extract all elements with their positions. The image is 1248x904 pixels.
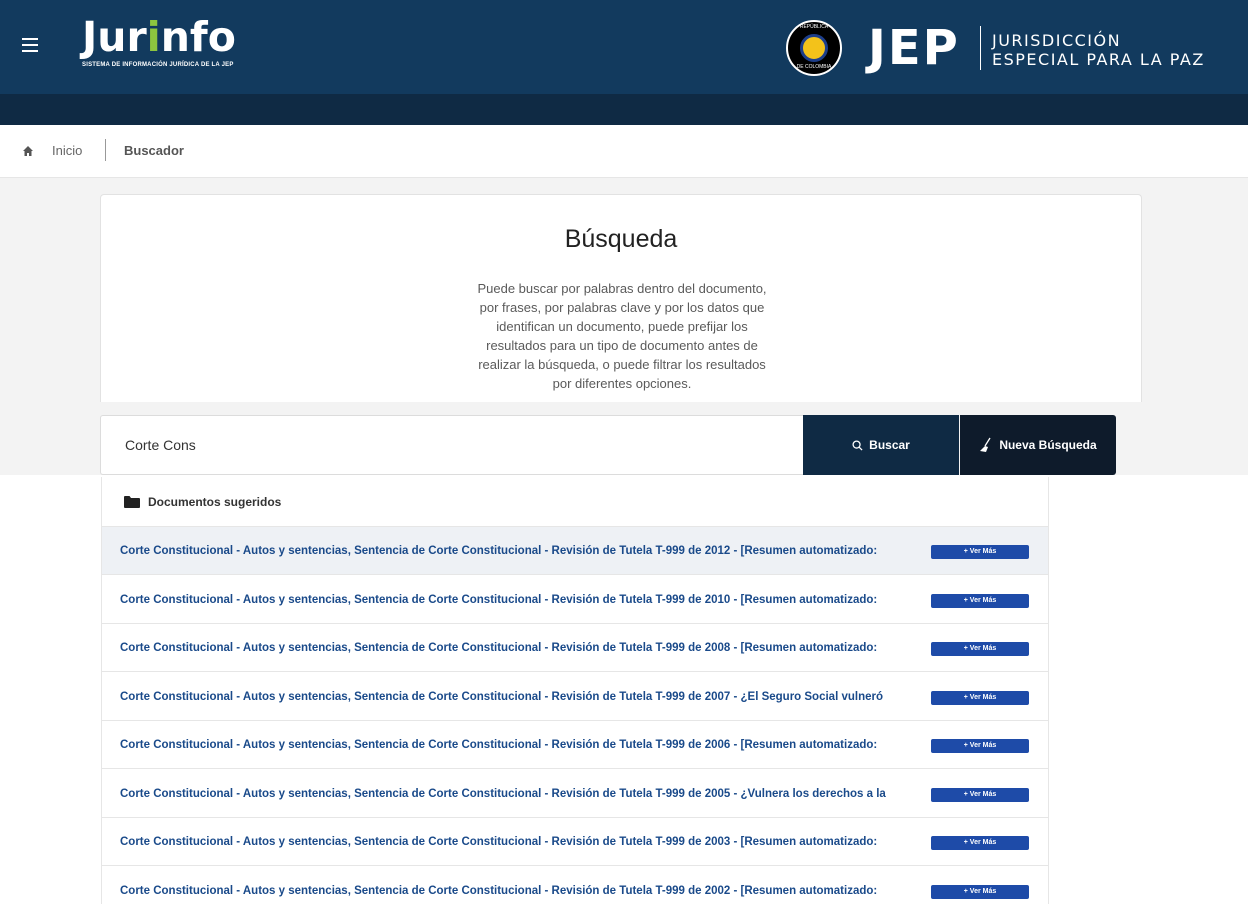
ver-mas-button[interactable]: + Ver Más: [931, 594, 1029, 608]
suggestion-item[interactable]: Corte Constitucional - Autos y sentencia…: [102, 818, 1048, 866]
suggestion-text: Corte Constitucional - Autos y sentencia…: [120, 593, 878, 606]
jurinfo-logo[interactable]: Jurinfo SISTEMA DE INFORMACIÓN JURÍDICA …: [82, 14, 236, 68]
suggestion-item[interactable]: Corte Constitucional - Autos y sentencia…: [102, 770, 1048, 818]
jep-logo: JEP: [868, 20, 960, 76]
new-search-button-label: Nueva Búsqueda: [999, 438, 1097, 452]
suggestion-text: Corte Constitucional - Autos y sentencia…: [120, 544, 878, 557]
suggestion-item[interactable]: Corte Constitucional - Autos y sentencia…: [102, 624, 1048, 672]
jep-line1: JURISDICCIÓN: [992, 31, 1122, 50]
search-button[interactable]: Buscar: [803, 415, 959, 475]
broom-icon: [980, 437, 991, 452]
suggestions-header: Documentos sugeridos: [102, 477, 1048, 527]
suggestion-item[interactable]: Corte Constitucional - Autos y sentencia…: [102, 576, 1048, 624]
ver-mas-button[interactable]: + Ver Más: [931, 545, 1029, 559]
top-header: Jurinfo SISTEMA DE INFORMACIÓN JURÍDICA …: [0, 0, 1248, 94]
ver-mas-button[interactable]: + Ver Más: [931, 691, 1029, 705]
breadcrumb-separator: [105, 139, 106, 161]
suggestion-text: Corte Constitucional - Autos y sentencia…: [120, 641, 878, 654]
logo-i: i: [146, 13, 161, 61]
search-info-card: Búsqueda Puede buscar por palabras dentr…: [100, 194, 1142, 402]
colombia-seal-icon: REPÚBLICA DE COLOMBIA: [786, 20, 842, 76]
folder-icon: [124, 495, 140, 508]
ver-mas-button[interactable]: + Ver Más: [931, 642, 1029, 656]
suggestion-item[interactable]: Corte Constitucional - Autos y sentencia…: [102, 721, 1048, 769]
suggestion-text: Corte Constitucional - Autos y sentencia…: [120, 835, 878, 848]
suggestion-text: Corte Constitucional - Autos y sentencia…: [120, 884, 878, 897]
logo-suffix: nfo: [160, 13, 236, 61]
breadcrumb: Inicio Buscador: [0, 125, 1248, 178]
ver-mas-button[interactable]: + Ver Más: [931, 739, 1029, 753]
suggestion-item[interactable]: Corte Constitucional - Autos y sentencia…: [102, 527, 1048, 575]
suggestion-item[interactable]: Corte Constitucional - Autos y sentencia…: [102, 867, 1048, 904]
seal-top-text: REPÚBLICA: [799, 24, 829, 30]
page-title: Búsqueda: [564, 225, 678, 253]
search-input[interactable]: [100, 415, 803, 475]
search-button-label: Buscar: [869, 438, 910, 452]
hamburger-menu-icon[interactable]: [22, 38, 38, 52]
jep-line2: ESPECIAL PARA LA PAZ: [992, 50, 1205, 69]
header-subbar: [0, 94, 1248, 125]
home-icon[interactable]: [22, 145, 34, 157]
suggestions-header-label: Documentos sugeridos: [148, 494, 282, 509]
search-icon: [852, 439, 863, 451]
suggestion-text: Corte Constitucional - Autos y sentencia…: [120, 738, 878, 751]
suggestions-dropdown: Documentos sugeridos Corte Constituciona…: [101, 477, 1049, 904]
suggestion-item[interactable]: Corte Constitucional - Autos y sentencia…: [102, 673, 1048, 721]
jep-name: JURISDICCIÓN ESPECIAL PARA LA PAZ: [992, 31, 1205, 69]
ver-mas-button[interactable]: + Ver Más: [931, 885, 1029, 899]
logo-subtitle: SISTEMA DE INFORMACIÓN JURÍDICA DE LA JE…: [82, 62, 234, 68]
breadcrumb-home-link[interactable]: Inicio: [52, 143, 82, 158]
breadcrumb-current: Buscador: [124, 143, 184, 158]
ver-mas-button[interactable]: + Ver Más: [931, 836, 1029, 850]
jep-divider: [980, 26, 981, 70]
new-search-button[interactable]: Nueva Búsqueda: [960, 415, 1116, 475]
ver-mas-button[interactable]: + Ver Más: [931, 788, 1029, 802]
logo-prefix: Jur: [82, 13, 147, 61]
suggestion-text: Corte Constitucional - Autos y sentencia…: [120, 690, 883, 703]
seal-bottom-text: DE COLOMBIA: [796, 64, 832, 70]
suggestion-text: Corte Constitucional - Autos y sentencia…: [120, 787, 886, 800]
search-description: Puede buscar por palabras dentro del doc…: [477, 281, 767, 391]
